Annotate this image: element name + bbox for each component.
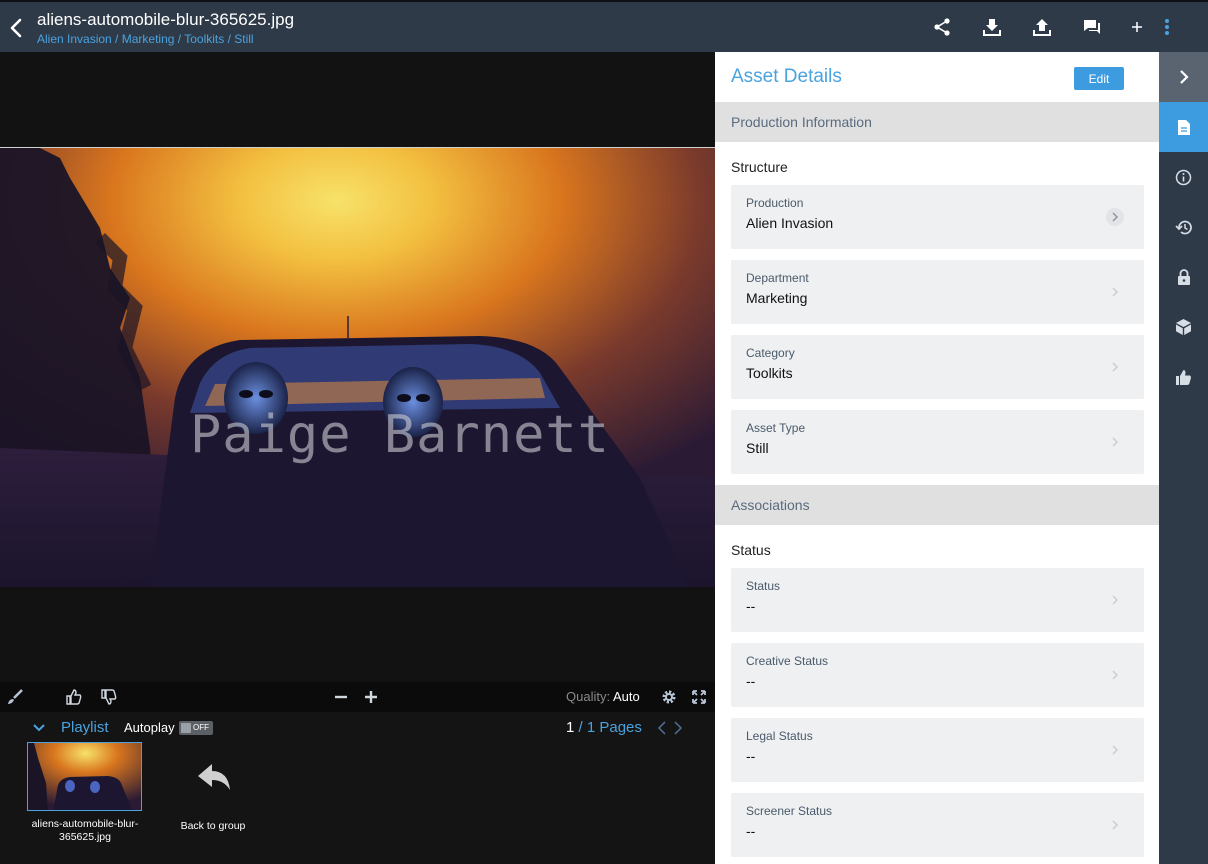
- next-page-icon[interactable]: [672, 721, 684, 735]
- field-category[interactable]: Category Toolkits: [731, 335, 1144, 399]
- page-indicator: 1 / 1 Pages: [566, 719, 642, 736]
- zoom-out-icon[interactable]: [332, 688, 350, 706]
- group-status: Status: [731, 542, 771, 558]
- autoplay-label: Autoplay: [124, 720, 175, 735]
- field-production[interactable]: Production Alien Invasion: [731, 185, 1144, 249]
- panel-title: Asset Details: [731, 66, 842, 87]
- more-vertical-icon[interactable]: [1156, 16, 1178, 38]
- chevron-right-icon: [1106, 591, 1124, 609]
- back-to-group-label: Back to group: [180, 820, 246, 832]
- field-creative-status[interactable]: Creative Status --: [731, 643, 1144, 707]
- plus-icon[interactable]: [1126, 16, 1148, 38]
- quality-value: Auto: [612, 689, 640, 704]
- edit-button[interactable]: Edit: [1074, 67, 1124, 90]
- top-bar: aliens-automobile-blur-365625.jpg Alien …: [0, 0, 1208, 52]
- thumbs-down-icon[interactable]: [100, 688, 118, 706]
- field-screener-status[interactable]: Screener Status --: [731, 793, 1144, 857]
- chevron-right-icon: [1106, 816, 1124, 834]
- back-arrow-icon[interactable]: [6, 16, 26, 40]
- breadcrumb: Alien Invasion / Marketing / Toolkits / …: [37, 32, 254, 46]
- field-legal-status[interactable]: Legal Status --: [731, 718, 1144, 782]
- share-icon[interactable]: [931, 16, 953, 38]
- previous-page-icon[interactable]: [656, 721, 668, 735]
- back-to-group-button[interactable]: [170, 760, 256, 798]
- field-asset-type[interactable]: Asset Type Still: [731, 410, 1144, 474]
- lock-icon[interactable]: [1159, 252, 1208, 302]
- breadcrumb-asset-type[interactable]: Still: [234, 32, 253, 46]
- chevron-right-icon: [1106, 358, 1124, 376]
- comment-icon[interactable]: [1081, 16, 1103, 38]
- toggle-knob: [181, 723, 191, 733]
- history-icon[interactable]: [1159, 202, 1208, 252]
- playlist-label[interactable]: Playlist: [61, 719, 109, 736]
- viewer-toolbar: Quality: Auto: [0, 682, 715, 712]
- section-associations[interactable]: Associations: [715, 485, 1159, 525]
- reply-arrow-icon: [198, 764, 230, 790]
- document-icon[interactable]: [1159, 102, 1208, 152]
- breadcrumb-production[interactable]: Alien Invasion: [37, 32, 112, 46]
- quality-selector[interactable]: Quality: Auto: [566, 689, 640, 704]
- playlist-panel: Playlist Autoplay OFF 1 / 1 Pages aliens…: [0, 712, 715, 864]
- package-icon[interactable]: [1159, 302, 1208, 352]
- field-department[interactable]: Department Marketing: [731, 260, 1144, 324]
- page-total: / 1 Pages: [578, 719, 642, 736]
- playlist-item-thumbnail[interactable]: [27, 742, 142, 811]
- breadcrumb-department[interactable]: Marketing: [122, 32, 175, 46]
- autoplay-toggle[interactable]: OFF: [179, 721, 213, 735]
- download-icon[interactable]: [981, 16, 1003, 38]
- chevron-down-icon[interactable]: [31, 720, 47, 736]
- chevron-right-icon: [1106, 433, 1124, 451]
- image-viewer: Paige Barnett: [0, 52, 715, 682]
- group-structure: Structure: [731, 159, 788, 175]
- toggle-state: OFF: [193, 723, 209, 732]
- page-current: 1: [566, 719, 575, 736]
- annotate-brush-icon[interactable]: [6, 688, 24, 706]
- asset-title: aliens-automobile-blur-365625.jpg: [37, 10, 295, 29]
- zoom-in-icon[interactable]: [362, 688, 380, 706]
- upload-icon[interactable]: [1031, 16, 1053, 38]
- collapse-chevron-icon[interactable]: [1159, 52, 1208, 102]
- watermark-text: Paige Barnett: [190, 405, 610, 465]
- chevron-right-icon: [1106, 283, 1124, 301]
- field-status[interactable]: Status --: [731, 568, 1144, 632]
- right-icon-rail: [1159, 52, 1208, 864]
- breadcrumb-category[interactable]: Toolkits: [184, 32, 224, 46]
- section-production-information[interactable]: Production Information: [715, 102, 1159, 142]
- chevron-right-icon: [1106, 666, 1124, 684]
- chevron-right-icon: [1106, 741, 1124, 759]
- asset-image: [0, 147, 715, 587]
- playlist-item-caption: aliens-automobile-blur-365625.jpg: [31, 818, 139, 843]
- chevron-right-icon: [1106, 208, 1124, 226]
- settings-gear-icon[interactable]: [660, 688, 678, 706]
- fullscreen-icon[interactable]: [690, 688, 708, 706]
- thumbs-up-icon[interactable]: [1159, 352, 1208, 402]
- info-icon[interactable]: [1159, 152, 1208, 202]
- thumbs-up-icon[interactable]: [65, 688, 83, 706]
- asset-details-panel: Asset Details Edit Production Informatio…: [715, 52, 1159, 864]
